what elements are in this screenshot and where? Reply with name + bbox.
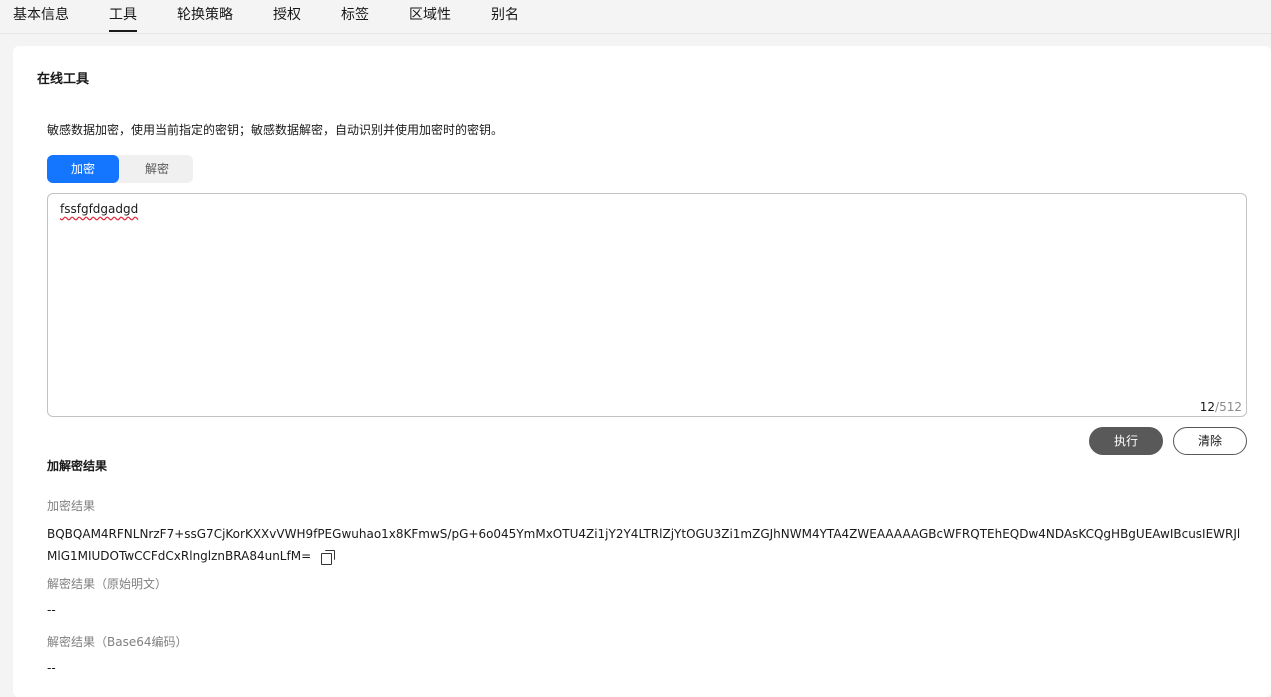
copy-icon[interactable] [321, 549, 336, 565]
encrypt-result-value: BQBQAM4RFNLNrzF7+ssG7CjKorKXXvVWH9fPEGwu… [47, 527, 1241, 563]
execute-button[interactable]: 执行 [1089, 427, 1163, 455]
tool-description: 敏感数据加密，使用当前指定的密钥；敏感数据解密，自动识别并使用加密时的密钥。 [47, 123, 504, 137]
section-title: 在线工具 [37, 72, 90, 87]
encrypt-result-label: 加密结果 [47, 499, 96, 513]
encrypt-result: BQBQAM4RFNLNrzF7+ssG7CjKorKXXvVWH9fPEGwu… [47, 523, 1243, 567]
encrypt-mode-button[interactable]: 加密 [47, 155, 119, 183]
char-max: /512 [1215, 400, 1242, 414]
decrypt-base64-value: -- [47, 661, 56, 675]
tab-tags[interactable]: 标签 [341, 6, 369, 24]
mode-switch: 加密 解密 [47, 155, 193, 183]
tab-regionality[interactable]: 区域性 [409, 6, 451, 24]
clear-button[interactable]: 清除 [1173, 427, 1247, 455]
tab-rotation-policy[interactable]: 轮换策略 [177, 6, 233, 24]
decrypt-plain-label: 解密结果（原始明文） [47, 577, 168, 591]
decrypt-mode-button[interactable]: 解密 [121, 155, 193, 183]
input-area: 12/512 [47, 193, 1247, 417]
char-count: 12 [1199, 400, 1216, 414]
tab-aliases[interactable]: 别名 [491, 6, 519, 24]
online-tools-card: 在线工具 敏感数据加密，使用当前指定的密钥；敏感数据解密，自动识别并使用加密时的… [13, 46, 1271, 697]
tab-grants[interactable]: 授权 [273, 6, 301, 24]
plaintext-input[interactable] [48, 194, 1246, 416]
char-counter: 12/512 [1200, 400, 1242, 414]
decrypt-base64-label: 解密结果（Base64编码） [47, 635, 188, 649]
tab-bar: 基本信息 工具 轮换策略 授权 标签 区域性 别名 [0, 0, 1271, 34]
decrypt-plain-value: -- [47, 603, 56, 617]
results-title: 加解密结果 [47, 459, 108, 473]
active-tab-indicator [109, 30, 137, 32]
tab-tools[interactable]: 工具 [109, 6, 137, 24]
tab-basic-info[interactable]: 基本信息 [13, 6, 69, 24]
